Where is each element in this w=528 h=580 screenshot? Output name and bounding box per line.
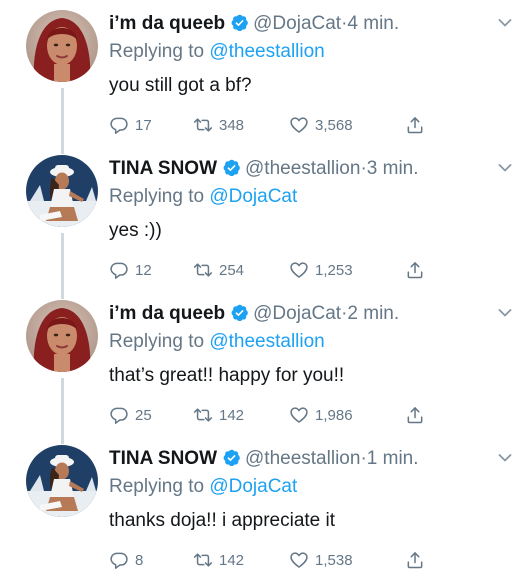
verified-badge-icon bbox=[222, 158, 241, 177]
like-icon bbox=[289, 260, 315, 280]
reply-icon bbox=[109, 550, 135, 570]
handle[interactable]: @DojaCat bbox=[253, 303, 341, 324]
tweet-actions: 12 254 1,253 bbox=[109, 259, 449, 281]
like-button[interactable]: 1,253 bbox=[289, 259, 353, 281]
retweet-count: 254 bbox=[219, 261, 245, 279]
reply-icon bbox=[109, 260, 135, 280]
reply-count: 25 bbox=[135, 406, 152, 424]
display-name[interactable]: i’m da queeb bbox=[109, 303, 225, 324]
share-icon bbox=[405, 115, 431, 135]
replying-to: Replying to @theestallion bbox=[109, 330, 325, 354]
share-button[interactable] bbox=[405, 549, 431, 571]
tweet-text: that’s great!! happy for you!! bbox=[109, 365, 345, 386]
tweet-text: you still got a bf? bbox=[109, 75, 252, 96]
retweet-button[interactable]: 142 bbox=[193, 404, 244, 426]
doja-avatar[interactable] bbox=[26, 300, 98, 372]
chevron-down-icon[interactable] bbox=[498, 18, 512, 28]
tweet-header: TINA SNOW @theestallion·3 min. bbox=[109, 157, 488, 181]
replying-to-mention[interactable]: @theestallion bbox=[209, 41, 324, 62]
share-icon bbox=[405, 260, 431, 280]
replying-to: Replying to @theestallion bbox=[109, 40, 325, 64]
retweet-icon bbox=[193, 115, 219, 135]
tweet-1[interactable]: i’m da queeb @DojaCat·4 min. Replying to … bbox=[0, 0, 528, 154]
chevron-down-icon[interactable] bbox=[498, 308, 512, 318]
reply-count: 12 bbox=[135, 261, 152, 279]
megan-avatar[interactable] bbox=[26, 445, 98, 517]
retweet-icon bbox=[193, 405, 219, 425]
verified-badge-icon bbox=[230, 303, 249, 322]
replying-to-label: Replying to bbox=[109, 41, 205, 62]
retweet-button[interactable]: 254 bbox=[193, 259, 244, 281]
display-name[interactable]: TINA SNOW bbox=[109, 158, 217, 179]
retweet-count: 142 bbox=[219, 551, 245, 569]
reply-button[interactable]: 25 bbox=[109, 404, 152, 426]
reply-count: 8 bbox=[135, 551, 144, 569]
tweet-3[interactable]: i’m da queeb @DojaCat·2 min. Replying to … bbox=[0, 290, 528, 444]
timestamp[interactable]: 2 min. bbox=[347, 303, 399, 324]
retweet-icon bbox=[193, 550, 219, 570]
retweet-count: 348 bbox=[219, 116, 245, 134]
tweet-header: TINA SNOW @theestallion·1 min. bbox=[109, 447, 488, 471]
verified-badge-icon bbox=[230, 13, 249, 32]
tweet-actions: 8 142 1,538 bbox=[109, 549, 449, 571]
like-count: 1,986 bbox=[315, 406, 353, 424]
like-button[interactable]: 1,538 bbox=[289, 549, 353, 571]
like-icon bbox=[289, 115, 315, 135]
tweet-4[interactable]: TINA SNOW @theestallion·1 min. Replying t… bbox=[0, 435, 528, 580]
like-icon bbox=[289, 550, 315, 570]
tweet-2[interactable]: TINA SNOW @theestallion·3 min. Replying t… bbox=[0, 145, 528, 299]
replying-to-label: Replying to bbox=[109, 476, 205, 497]
like-button[interactable]: 1,986 bbox=[289, 404, 353, 426]
like-count: 3,568 bbox=[315, 116, 353, 134]
display-name[interactable]: TINA SNOW bbox=[109, 448, 217, 469]
retweet-icon bbox=[193, 260, 219, 280]
verified-badge-icon bbox=[222, 448, 241, 467]
display-name[interactable]: i’m da queeb bbox=[109, 13, 225, 34]
chevron-down-icon[interactable] bbox=[498, 163, 512, 173]
share-button[interactable] bbox=[405, 259, 431, 281]
tweet-header: i’m da queeb @DojaCat·4 min. bbox=[109, 12, 488, 36]
replying-to-mention[interactable]: @theestallion bbox=[209, 331, 324, 352]
timestamp[interactable]: 4 min. bbox=[347, 13, 399, 34]
chevron-down-icon[interactable] bbox=[498, 453, 512, 463]
reply-button[interactable]: 17 bbox=[109, 114, 152, 136]
handle[interactable]: @theestallion bbox=[245, 158, 360, 179]
replying-to-label: Replying to bbox=[109, 186, 205, 207]
timestamp[interactable]: 1 min. bbox=[367, 448, 419, 469]
megan-avatar[interactable] bbox=[26, 155, 98, 227]
reply-button[interactable]: 12 bbox=[109, 259, 152, 281]
tweet-thread: i’m da queeb @DojaCat·4 min. Replying to … bbox=[0, 0, 528, 580]
replying-to-mention[interactable]: @DojaCat bbox=[209, 186, 297, 207]
like-count: 1,538 bbox=[315, 551, 353, 569]
tweet-header: i’m da queeb @DojaCat·2 min. bbox=[109, 302, 488, 326]
share-icon bbox=[405, 405, 431, 425]
share-button[interactable] bbox=[405, 404, 431, 426]
retweet-button[interactable]: 348 bbox=[193, 114, 244, 136]
replying-to-label: Replying to bbox=[109, 331, 205, 352]
tweet-actions: 17 348 3,568 bbox=[109, 114, 449, 136]
replying-to-mention[interactable]: @DojaCat bbox=[209, 476, 297, 497]
timestamp[interactable]: 3 min. bbox=[367, 158, 419, 179]
tweet-text: thanks doja!! i appreciate it bbox=[109, 510, 336, 531]
tweet-text: yes :)) bbox=[109, 220, 162, 241]
reply-icon bbox=[109, 405, 135, 425]
replying-to: Replying to @DojaCat bbox=[109, 185, 297, 209]
retweet-count: 142 bbox=[219, 406, 245, 424]
reply-count: 17 bbox=[135, 116, 152, 134]
doja-avatar[interactable] bbox=[26, 10, 98, 82]
like-count: 1,253 bbox=[315, 261, 353, 279]
replying-to: Replying to @DojaCat bbox=[109, 475, 297, 499]
like-icon bbox=[289, 405, 315, 425]
tweet-actions: 25 142 1,986 bbox=[109, 404, 449, 426]
handle[interactable]: @theestallion bbox=[245, 448, 360, 469]
handle[interactable]: @DojaCat bbox=[253, 13, 341, 34]
like-button[interactable]: 3,568 bbox=[289, 114, 353, 136]
share-button[interactable] bbox=[405, 114, 431, 136]
share-icon bbox=[405, 550, 431, 570]
retweet-button[interactable]: 142 bbox=[193, 549, 244, 571]
reply-button[interactable]: 8 bbox=[109, 549, 143, 571]
reply-icon bbox=[109, 115, 135, 135]
